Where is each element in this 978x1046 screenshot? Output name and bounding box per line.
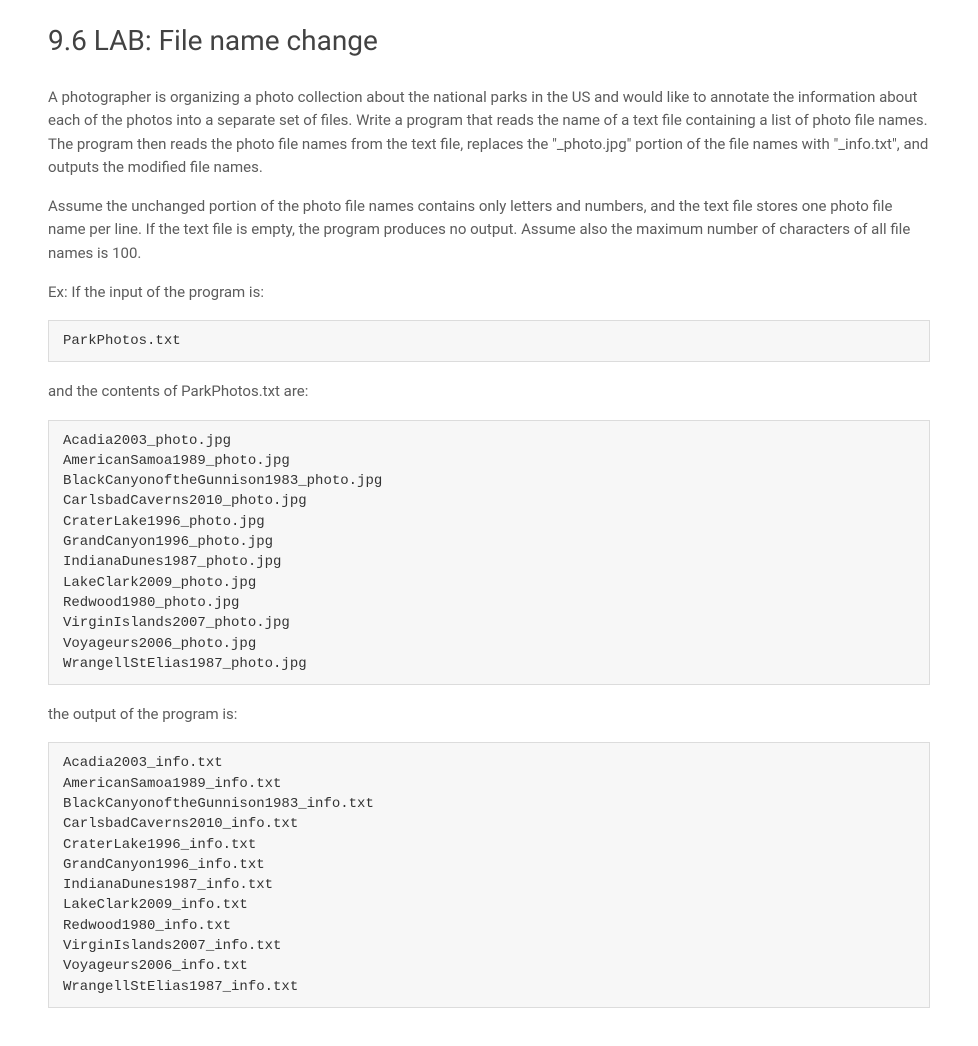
document-container: 9.6 LAB: File name change A photographer… xyxy=(0,0,978,1046)
paragraph-intro: A photographer is organizing a photo col… xyxy=(48,86,930,179)
paragraph-example-lead: Ex: If the input of the program is: xyxy=(48,281,930,304)
code-input-filename: ParkPhotos.txt xyxy=(48,320,930,362)
paragraph-output-lead: the output of the program is: xyxy=(48,703,930,726)
paragraph-contents-lead: and the contents of ParkPhotos.txt are: xyxy=(48,380,930,403)
code-input-contents: Acadia2003_photo.jpg AmericanSamoa1989_p… xyxy=(48,420,930,686)
page-title: 9.6 LAB: File name change xyxy=(48,20,930,62)
code-output-contents: Acadia2003_info.txt AmericanSamoa1989_in… xyxy=(48,742,930,1008)
paragraph-assumptions: Assume the unchanged portion of the phot… xyxy=(48,195,930,265)
